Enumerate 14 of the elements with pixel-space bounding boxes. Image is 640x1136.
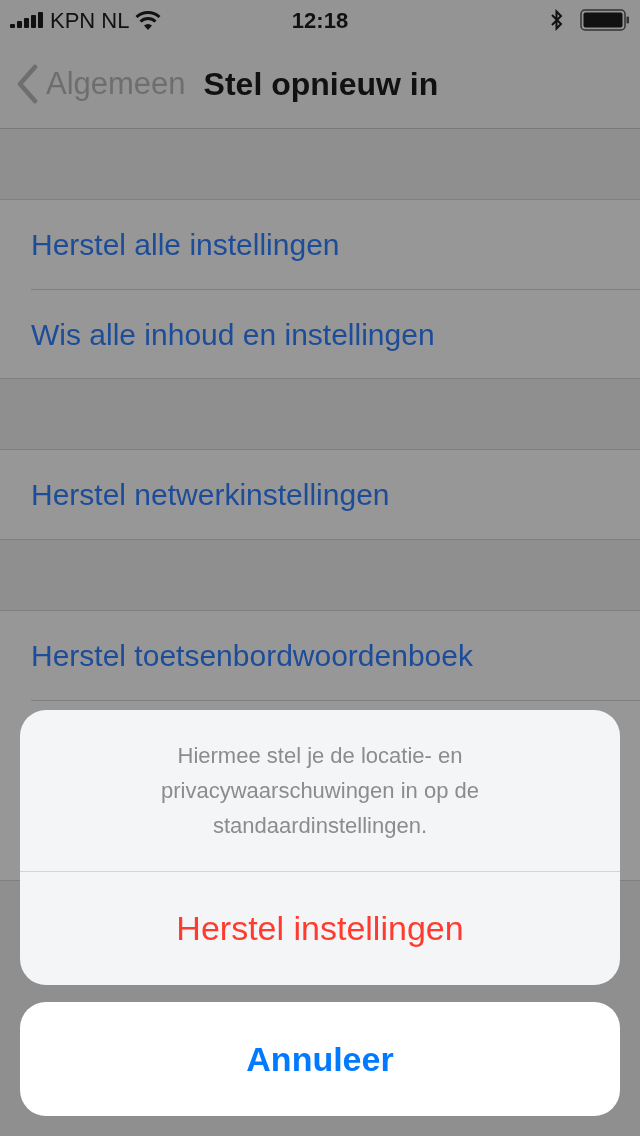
settings-row[interactable]: Wis alle inhoud en instellingen	[31, 311, 435, 357]
chevron-left-icon	[16, 64, 38, 104]
settings-row[interactable]: Herstel alle instellingen	[31, 222, 340, 267]
settings-row[interactable]: Herstel toetsenbordwoordenboek	[31, 633, 473, 678]
page-title: Stel opnieuw in	[203, 65, 439, 104]
action-button[interactable]: Herstel instellingen	[20, 871, 620, 985]
battery-icon	[580, 9, 630, 31]
wifi-icon	[135, 10, 162, 30]
bluetooth-icon	[550, 9, 564, 31]
signal-icon	[10, 12, 44, 28]
cancel-button[interactable]: Annuleer	[20, 1002, 620, 1116]
status-time: 12:18	[291, 6, 349, 35]
action-sheet-message: Hiermee stel je de locatie- en privacywaarschuwingen in op de standaardinstellingen.	[160, 742, 480, 840]
carrier-name: KPN NL	[50, 6, 130, 35]
